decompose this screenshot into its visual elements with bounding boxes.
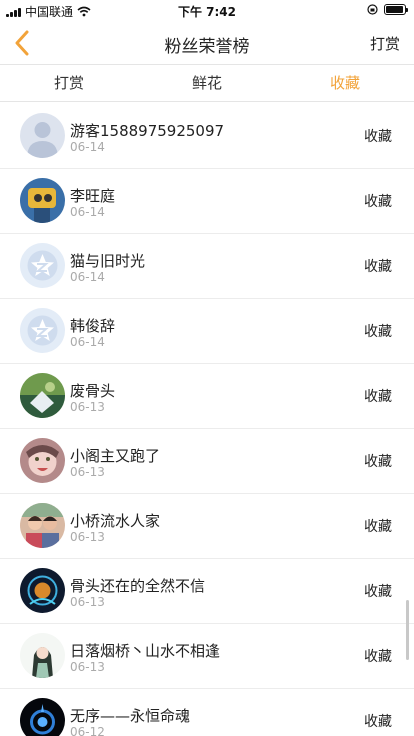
avatar[interactable] [20, 113, 65, 158]
item-date: 06-14 [70, 270, 105, 284]
status-time: 下午 7:42 [177, 5, 237, 19]
tab-bar: 打赏 鲜花 收藏 [0, 64, 414, 102]
avatar[interactable] [20, 308, 65, 353]
avatar[interactable] [20, 698, 65, 736]
action-label: 收藏 [364, 649, 392, 665]
reward-button[interactable]: 打赏 [370, 33, 400, 54]
list-item[interactable]: 游客1588975925097 06-14 收藏 [0, 104, 414, 169]
action-label: 收藏 [364, 324, 392, 340]
item-date: 06-13 [70, 530, 105, 544]
nav-bar: 粉丝荣誉榜 打赏 [0, 22, 414, 64]
item-date: 06-13 [70, 400, 105, 414]
user-name: 无序——永恒命魂 [70, 707, 191, 725]
action-label: 收藏 [364, 454, 392, 470]
action-label: 收藏 [364, 389, 392, 405]
item-date: 06-14 [70, 335, 105, 349]
user-name: 小阁主又跑了 [70, 447, 161, 465]
item-date: 06-13 [70, 595, 105, 609]
avatar[interactable] [20, 568, 65, 613]
avatar[interactable] [20, 178, 65, 223]
item-date: 06-14 [70, 205, 105, 219]
battery-icon [384, 4, 408, 15]
user-name: 小桥流水人家 [70, 512, 161, 530]
list-item[interactable]: 韩俊辞 06-14 收藏 [0, 299, 414, 364]
action-label: 收藏 [364, 714, 392, 730]
avatar[interactable] [20, 503, 65, 548]
fan-list: 游客1588975925097 06-14 收藏 李旺庭 06-14 收藏 猫与旧时光 06-… [0, 104, 414, 736]
page-title: 粉丝荣誉榜 [164, 37, 250, 57]
action-label: 收藏 [364, 194, 392, 210]
item-date: 06-14 [70, 140, 105, 154]
avatar[interactable] [20, 243, 65, 288]
list-item[interactable]: 无序——永恒命魂 06-12 收藏 [0, 689, 414, 736]
tab-favorites[interactable]: 收藏 [276, 65, 414, 101]
action-label: 收藏 [364, 129, 392, 145]
scrollbar[interactable] [406, 600, 409, 660]
status-bar: 中国联通 下午 7:42 [0, 0, 414, 22]
action-label: 收藏 [364, 519, 392, 535]
item-date: 06-13 [70, 660, 105, 674]
tab-flowers[interactable]: 鲜花 [138, 65, 276, 101]
list-item[interactable]: 日落烟桥丶山水不相逢 06-13 收藏 [0, 624, 414, 689]
tab-reward[interactable]: 打赏 [0, 65, 138, 101]
list-item[interactable]: 小阁主又跑了 06-13 收藏 [0, 429, 414, 494]
user-name: 骨头还在的全然不信 [70, 577, 206, 595]
status-right [367, 4, 408, 15]
user-name: 猫与旧时光 [70, 252, 146, 270]
user-name: 废骨头 [70, 382, 116, 400]
user-name: 日落烟桥丶山水不相逢 [70, 642, 221, 660]
avatar[interactable] [20, 633, 65, 678]
list-item[interactable]: 猫与旧时光 06-14 收藏 [0, 234, 414, 299]
action-label: 收藏 [364, 584, 392, 600]
list-item[interactable]: 骨头还在的全然不信 06-13 收藏 [0, 559, 414, 624]
user-name: 韩俊辞 [70, 317, 116, 335]
avatar[interactable] [20, 438, 65, 483]
avatar[interactable] [20, 373, 65, 418]
orientation-lock-icon [367, 4, 378, 15]
battery-fill [386, 6, 404, 13]
item-date: 06-13 [70, 465, 105, 479]
list-item[interactable]: 小桥流水人家 06-13 收藏 [0, 494, 414, 559]
user-name: 李旺庭 [70, 187, 116, 205]
action-label: 收藏 [364, 259, 392, 275]
list-item[interactable]: 李旺庭 06-14 收藏 [0, 169, 414, 234]
user-name: 游客1588975925097 [70, 122, 225, 140]
item-date: 06-12 [70, 725, 105, 736]
list-item[interactable]: 废骨头 06-13 收藏 [0, 364, 414, 429]
